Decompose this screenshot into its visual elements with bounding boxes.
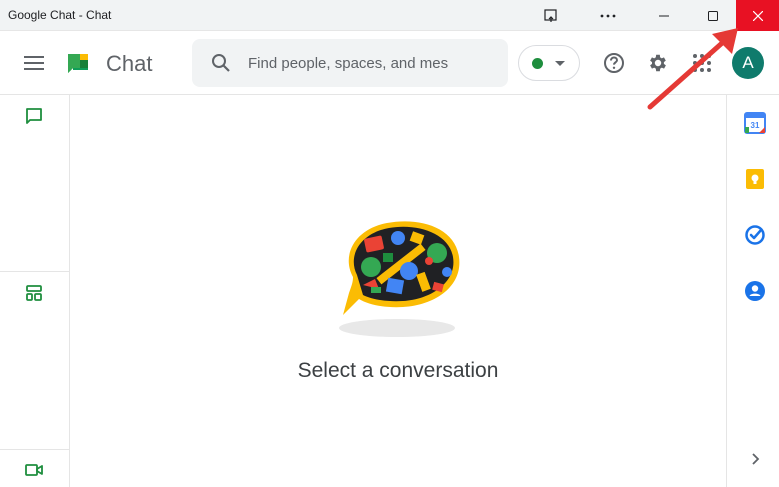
help-icon (604, 53, 624, 73)
settings-button[interactable] (644, 49, 672, 77)
maximize-button[interactable] (690, 0, 736, 31)
rail-item-meet[interactable] (23, 459, 45, 481)
left-navigation-rail (0, 95, 70, 487)
chevron-right-icon[interactable] (747, 451, 763, 467)
window-titlebar: Google Chat - Chat (0, 0, 779, 31)
apps-grid-icon (693, 54, 711, 72)
gear-icon (650, 54, 666, 72)
hamburger-icon (24, 56, 44, 70)
app-name: Chat (106, 51, 153, 76)
rail-item-spaces[interactable] (23, 282, 45, 304)
empty-state-title: Select a conversation (297, 359, 499, 382)
chat-icon (26, 108, 42, 124)
rail-divider (0, 449, 70, 450)
maximize-icon (708, 10, 718, 21)
chat-logo-icon (68, 54, 88, 73)
window-title: Google Chat - Chat (8, 8, 112, 22)
app-header: Chat A (0, 31, 779, 95)
meet-icon (25, 464, 43, 476)
tasks-icon[interactable] (744, 224, 766, 246)
status-active-dot (532, 58, 543, 69)
calendar-day: 31 (751, 121, 760, 130)
status-dropdown[interactable] (518, 45, 580, 81)
spaces-icon (26, 285, 42, 301)
empty-state-illustration (339, 221, 460, 337)
main-content: Select a conversation (70, 95, 726, 487)
google-apps-button[interactable] (688, 49, 716, 77)
minimize-button[interactable] (641, 0, 687, 31)
rail-item-chat[interactable] (23, 105, 45, 127)
keep-icon[interactable] (744, 168, 766, 190)
more-icon (600, 14, 616, 17)
contacts-icon[interactable] (744, 280, 766, 302)
main-menu-button[interactable] (20, 51, 48, 75)
search-icon[interactable] (210, 52, 232, 74)
minimize-icon (659, 15, 669, 16)
more-options-button[interactable] (585, 0, 631, 31)
close-icon (752, 10, 763, 21)
caret-down-icon (555, 61, 565, 66)
right-side-panel: 31 (726, 95, 779, 487)
calendar-icon[interactable]: 31 (744, 112, 766, 134)
search-bar[interactable] (192, 39, 508, 87)
cast-icon (544, 8, 557, 22)
close-button[interactable] (736, 0, 779, 31)
search-input[interactable] (248, 51, 498, 75)
rail-divider (0, 271, 70, 272)
account-avatar[interactable]: A (732, 47, 764, 79)
cast-button[interactable] (528, 0, 574, 31)
help-button[interactable] (600, 49, 628, 77)
